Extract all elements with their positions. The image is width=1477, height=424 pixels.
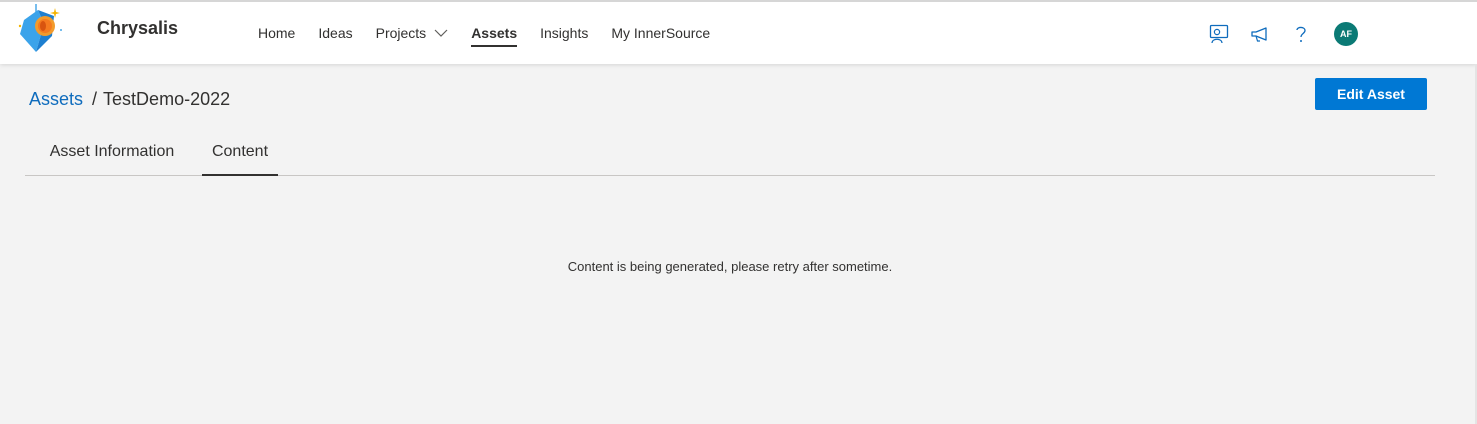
asset-tabs: Asset Information Content	[25, 132, 1435, 176]
breadcrumb-separator: /	[92, 89, 98, 109]
edit-asset-button[interactable]: Edit Asset	[1315, 78, 1427, 110]
megaphone-icon[interactable]	[1249, 23, 1271, 45]
chevron-down-icon	[434, 29, 448, 37]
nav-home-label: Home	[258, 25, 296, 41]
tab-content[interactable]: Content	[202, 132, 278, 176]
tab-asset-information-label: Asset Information	[49, 142, 175, 160]
top-navigation-bar: Chrysalis Home Ideas Projects Assets Ins…	[0, 0, 1477, 64]
tab-content-label: Content	[211, 142, 269, 160]
breadcrumb: Assets / TestDemo-2022	[29, 89, 230, 110]
breadcrumb-assets-link[interactable]: Assets	[29, 89, 83, 110]
nav-insights-label: Insights	[540, 25, 589, 41]
feedback-icon[interactable]	[1208, 23, 1230, 45]
nav-ideas-label: Ideas	[318, 25, 353, 41]
nav-assets[interactable]: Assets	[471, 2, 517, 64]
nav-assets-label: Assets	[471, 25, 518, 41]
chrysalis-logo-icon[interactable]	[14, 2, 68, 58]
nav-home[interactable]: Home	[258, 2, 295, 64]
nav-projects-label: Projects	[375, 25, 427, 41]
breadcrumb-current: TestDemo-2022	[103, 89, 231, 109]
nav-my-innersource[interactable]: My InnerSource	[611, 2, 710, 64]
content-status-message: Content is being generated, please retry…	[567, 259, 893, 274]
tab-asset-information[interactable]: Asset Information	[33, 132, 191, 175]
nav-insights[interactable]: Insights	[540, 2, 588, 64]
main-nav: Home Ideas Projects Assets Insights My I…	[258, 2, 733, 64]
nav-my-innersource-label: My InnerSource	[611, 25, 711, 41]
app-name[interactable]: Chrysalis	[97, 18, 178, 39]
nav-projects[interactable]: Projects	[376, 2, 449, 64]
nav-ideas[interactable]: Ideas	[318, 2, 352, 64]
help-icon[interactable]	[1290, 23, 1312, 45]
user-avatar[interactable]: AF	[1334, 22, 1358, 46]
